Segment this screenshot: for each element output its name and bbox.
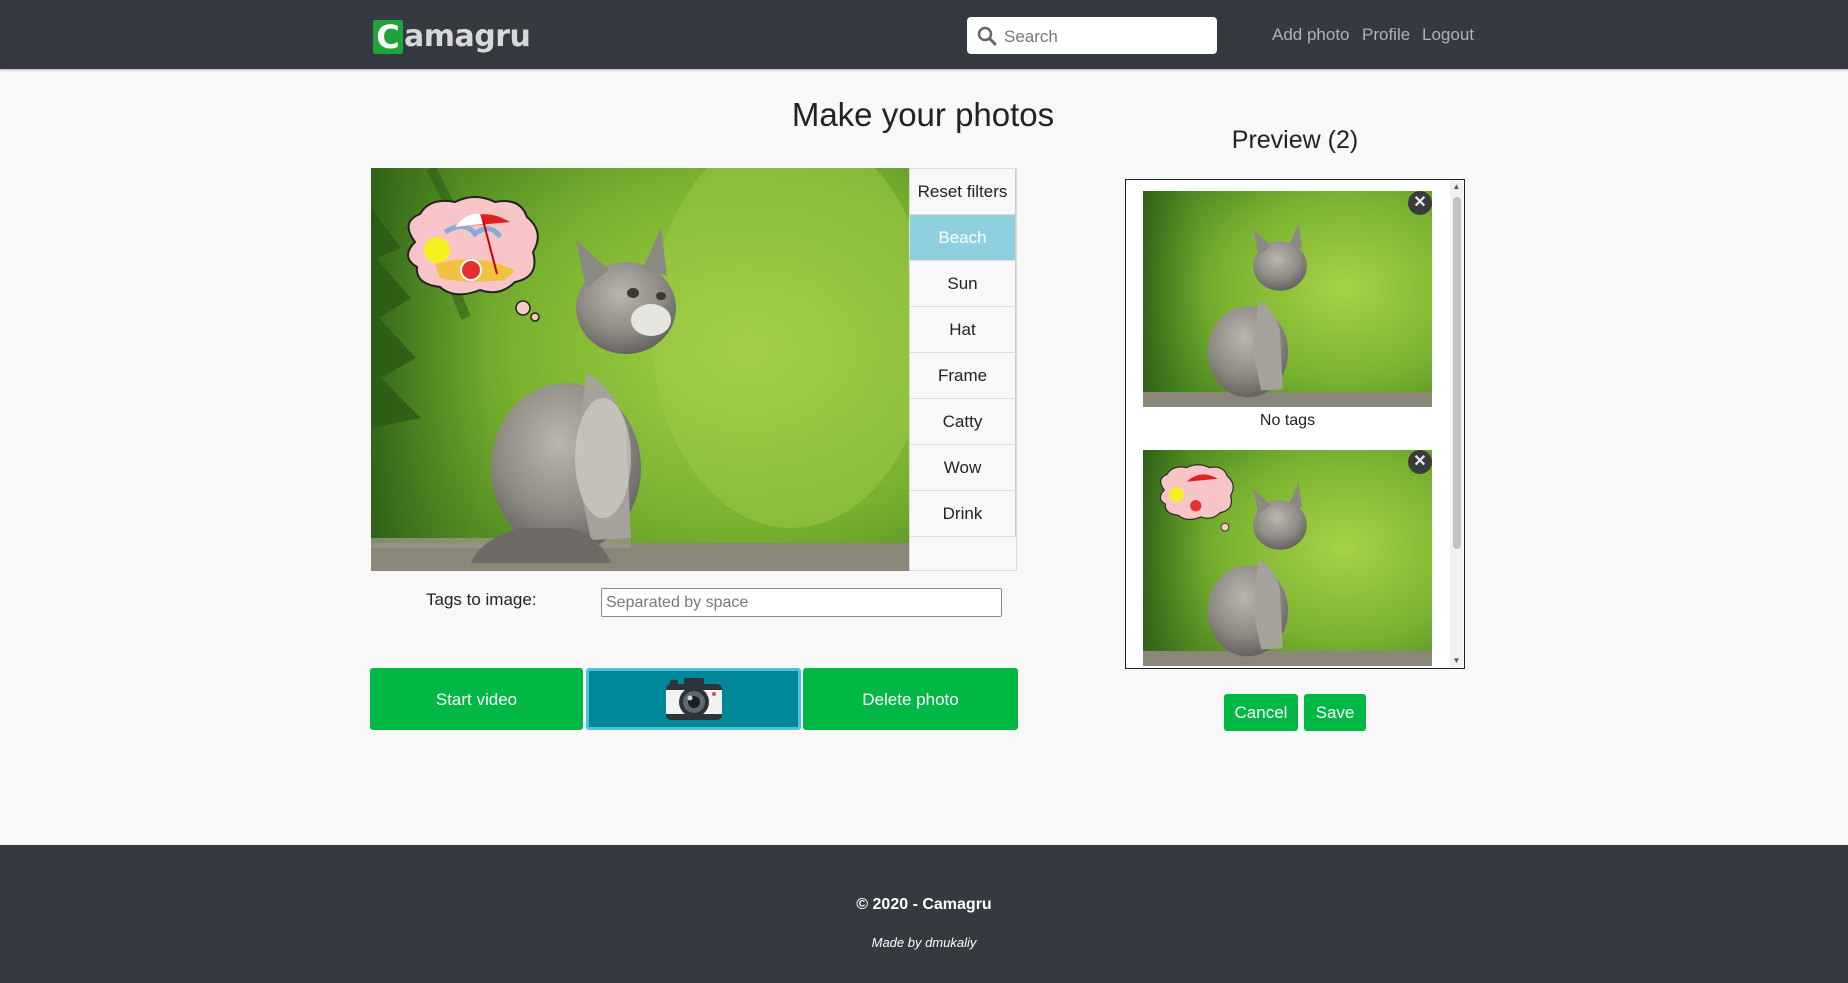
navbar: C amagru Add photo Profile Logout	[0, 0, 1848, 69]
scroll-up-icon[interactable]: ▲	[1450, 181, 1463, 193]
preview-thumbnail: ✕	[1143, 191, 1432, 407]
preview-title: Preview (2)	[1231, 126, 1359, 154]
search-input[interactable]	[1002, 17, 1211, 56]
camera-icon	[665, 678, 722, 720]
filter-hat-button[interactable]: Hat	[910, 307, 1016, 353]
filter-sun-button[interactable]: Sun	[910, 261, 1016, 307]
search-icon	[977, 26, 997, 46]
logo-mark: C	[373, 19, 403, 54]
delete-photo-button[interactable]: Delete photo	[803, 668, 1018, 730]
search-box	[967, 17, 1217, 56]
tags-label: Tags to image:	[426, 590, 537, 609]
preview-caption: No tags	[1259, 412, 1316, 429]
preview-item: ✕ No tags	[1143, 191, 1432, 430]
nav-logout-link[interactable]: Logout	[1422, 25, 1474, 45]
preview-item: ✕	[1143, 450, 1432, 666]
beach-sticker	[1159, 464, 1234, 532]
cancel-button[interactable]: Cancel	[1224, 694, 1298, 731]
preview-thumbnail: ✕	[1143, 450, 1432, 666]
start-video-button[interactable]: Start video	[370, 668, 583, 730]
tags-input[interactable]	[601, 588, 1002, 617]
filter-drink-button[interactable]: Drink	[910, 491, 1016, 537]
filter-frame-button[interactable]: Frame	[910, 353, 1016, 399]
filters-panel: Reset filters Beach Sun Hat Frame Catty …	[909, 168, 1017, 571]
filter-catty-button[interactable]: Catty	[910, 399, 1016, 445]
preview-list[interactable]: ✕ No tags ✕ ▲ ▼	[1125, 179, 1465, 669]
kitten-thumbnail	[1143, 191, 1432, 407]
save-button[interactable]: Save	[1304, 694, 1366, 731]
filter-beach-button[interactable]: Beach	[910, 215, 1016, 261]
filter-wow-button[interactable]: Wow	[910, 445, 1016, 491]
page-title: Make your photos	[791, 96, 1055, 133]
preview-scrollbar[interactable]: ▲ ▼	[1450, 181, 1463, 667]
nav-add-photo-link[interactable]: Add photo	[1272, 25, 1350, 45]
filter-reset-button[interactable]: Reset filters	[910, 169, 1016, 215]
camera-photo	[371, 168, 909, 571]
remove-preview-icon[interactable]: ✕	[1408, 450, 1432, 474]
logo-text: amagru	[404, 19, 531, 54]
nav-profile-link[interactable]: Profile	[1362, 25, 1410, 45]
logo[interactable]: C amagru	[373, 19, 531, 54]
footer: © 2020 - Camagru Made by dmukaliy	[0, 845, 1848, 983]
beach-sticker	[407, 196, 540, 322]
footer-copyright: © 2020 - Camagru	[856, 896, 992, 913]
footer-credits: Made by dmukaliy	[871, 935, 977, 950]
scroll-thumb[interactable]	[1453, 197, 1461, 549]
scroll-down-icon[interactable]: ▼	[1450, 655, 1463, 667]
capture-button[interactable]	[586, 668, 801, 730]
remove-preview-icon[interactable]: ✕	[1408, 191, 1432, 215]
